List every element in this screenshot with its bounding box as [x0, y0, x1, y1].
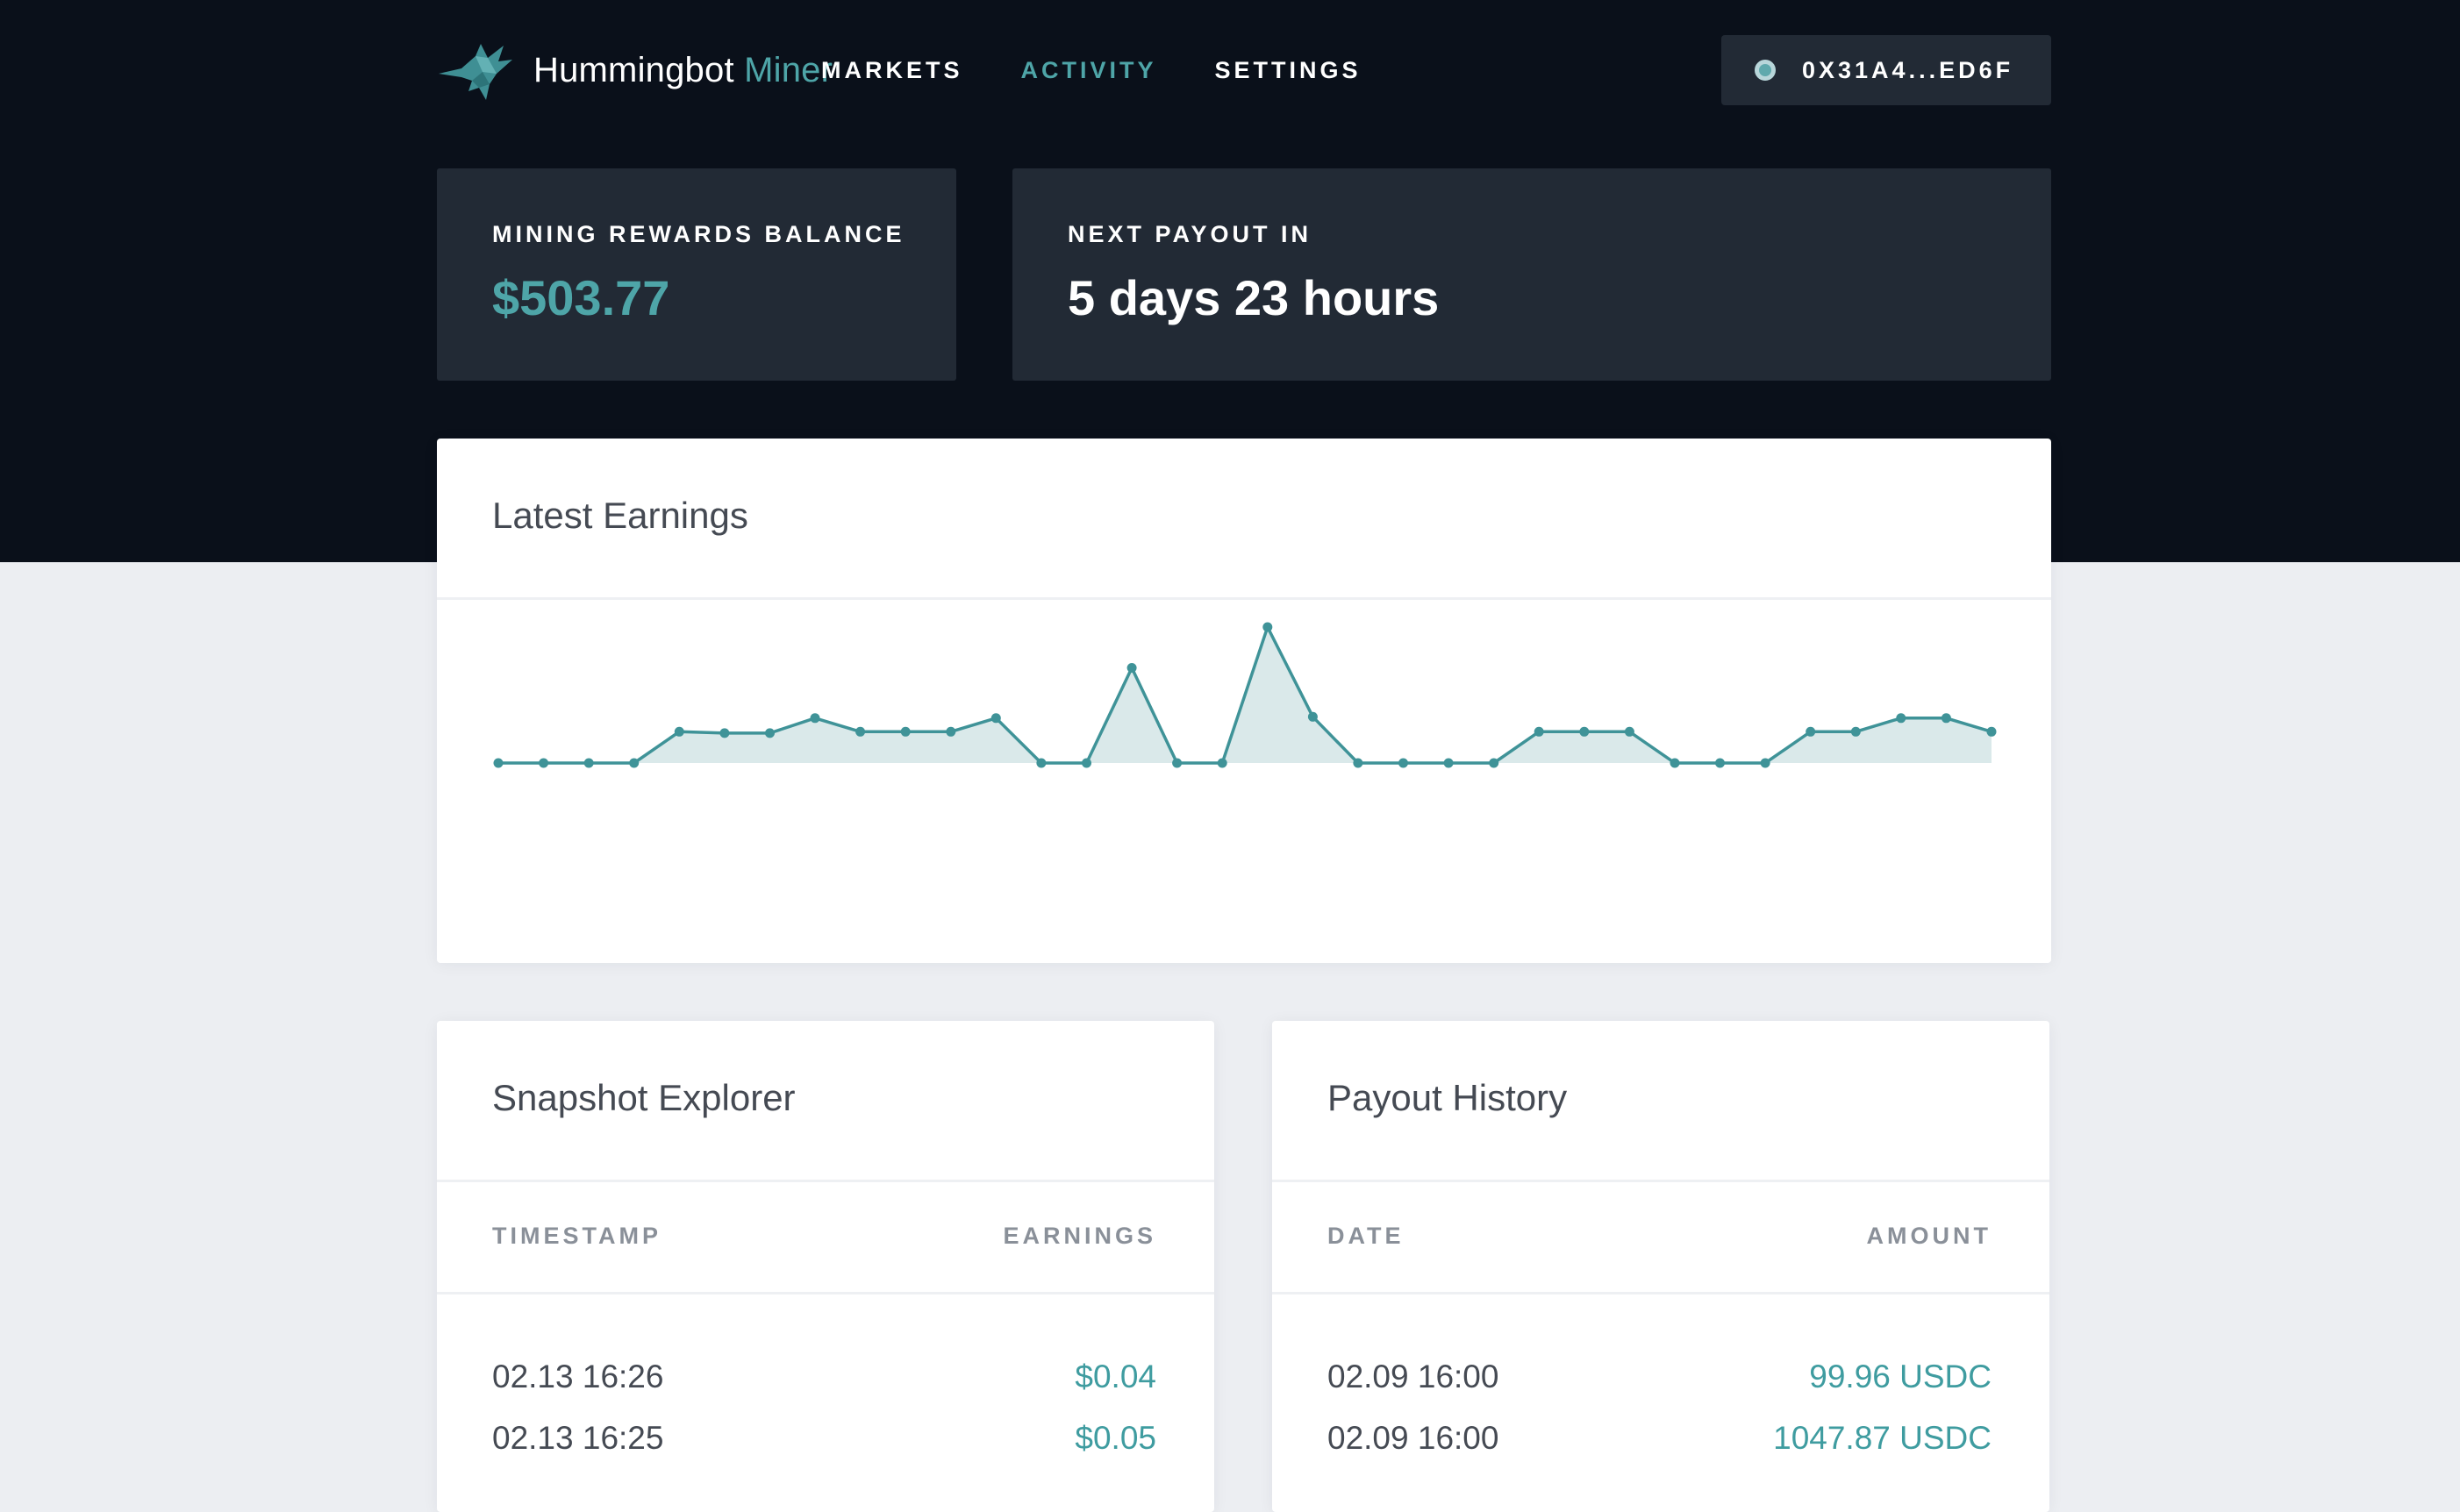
- earnings-point[interactable]: [1670, 758, 1680, 768]
- payout-history-card: Payout History DATE AMOUNT 02.09 16:00 9…: [1272, 1021, 2049, 1512]
- earnings-point[interactable]: [1443, 758, 1454, 768]
- table-row[interactable]: 02.13 16:26 $0.04: [492, 1359, 1156, 1394]
- next-payout-label: NEXT PAYOUT IN: [1068, 221, 1312, 247]
- earnings-point[interactable]: [1806, 726, 1816, 737]
- column-header-date[interactable]: DATE: [1327, 1223, 1405, 1250]
- earnings-point[interactable]: [810, 713, 820, 724]
- earnings-point[interactable]: [1534, 726, 1544, 737]
- earnings-point[interactable]: [855, 726, 866, 737]
- table-row[interactable]: 02.09 16:00 1047.87 USDC: [1327, 1420, 1992, 1456]
- earnings-point[interactable]: [1036, 758, 1047, 768]
- row-timestamp: 02.13 16:25: [492, 1420, 664, 1456]
- balance-label: MINING REWARDS BALANCE: [492, 221, 905, 247]
- top-navbar: Hummingbot Miner MARKETS ACTIVITY SETTIN…: [437, 35, 2051, 105]
- table-row[interactable]: 02.13 16:25 $0.05: [492, 1420, 1156, 1456]
- row-timestamp: 02.13 16:26: [492, 1359, 664, 1394]
- earnings-point[interactable]: [1941, 713, 1951, 724]
- row-amount: 99.96 USDC: [1809, 1359, 1992, 1394]
- earnings-point[interactable]: [493, 758, 504, 768]
- earnings-point[interactable]: [946, 726, 956, 737]
- snapshot-explorer-card: Snapshot Explorer TIMESTAMP EARNINGS 02.…: [437, 1021, 1214, 1512]
- earnings-point[interactable]: [719, 728, 730, 738]
- column-header-amount[interactable]: AMOUNT: [1867, 1223, 1992, 1250]
- earnings-point[interactable]: [1398, 758, 1408, 768]
- nav-markets[interactable]: MARKETS: [821, 57, 963, 84]
- brand-name-main: Hummingbot: [533, 50, 734, 89]
- earnings-point[interactable]: [1217, 758, 1227, 768]
- next-payout-value: 5 days 23 hours: [1068, 270, 1440, 325]
- row-earnings: $0.05: [1075, 1420, 1156, 1456]
- balance-card: MINING REWARDS BALANCE $503.77: [437, 168, 956, 381]
- earnings-point[interactable]: [583, 758, 594, 768]
- row-earnings: $0.04: [1075, 1359, 1156, 1394]
- earnings-point[interactable]: [990, 713, 1001, 724]
- wallet-address: 0X31A4...ED6F: [1802, 56, 2014, 83]
- earnings-point[interactable]: [1082, 758, 1091, 768]
- earnings-point[interactable]: [1896, 713, 1906, 724]
- earnings-point[interactable]: [765, 728, 775, 738]
- earnings-point[interactable]: [1489, 758, 1499, 768]
- card-divider: [437, 1180, 1214, 1182]
- earnings-point[interactable]: [1172, 758, 1183, 768]
- earnings-chart: [493, 622, 1997, 768]
- wallet-button[interactable]: 0X31A4...ED6F: [1721, 35, 2051, 105]
- column-header-earnings[interactable]: EARNINGS: [1003, 1223, 1156, 1250]
- earnings-point[interactable]: [1760, 758, 1770, 768]
- earnings-point[interactable]: [1850, 726, 1861, 737]
- main-nav: MARKETS ACTIVITY SETTINGS: [763, 35, 1362, 105]
- snapshot-explorer-title: Snapshot Explorer: [492, 1077, 796, 1118]
- header-divider: [1272, 1292, 2049, 1294]
- latest-earnings-card: Latest Earnings: [437, 439, 2051, 963]
- earnings-point[interactable]: [629, 758, 640, 768]
- card-divider: [437, 597, 2051, 600]
- earnings-point[interactable]: [1715, 758, 1725, 768]
- earnings-point[interactable]: [1579, 726, 1590, 737]
- payout-history-title: Payout History: [1327, 1077, 1568, 1118]
- hummingbird-icon: [439, 44, 512, 100]
- balance-value: $503.77: [492, 270, 670, 325]
- table-row[interactable]: 02.09 16:00 99.96 USDC: [1327, 1359, 1992, 1394]
- earnings-point[interactable]: [1126, 663, 1137, 673]
- row-date: 02.09 16:00: [1327, 1420, 1499, 1456]
- earnings-point[interactable]: [1986, 726, 1997, 737]
- nav-settings[interactable]: SETTINGS: [1215, 57, 1362, 84]
- earnings-point[interactable]: [1307, 711, 1318, 722]
- earnings-point[interactable]: [539, 758, 549, 768]
- earnings-point[interactable]: [900, 726, 911, 737]
- row-amount: 1047.87 USDC: [1773, 1420, 1992, 1456]
- earnings-point[interactable]: [1624, 726, 1634, 737]
- wallet-status-icon: [1755, 60, 1776, 81]
- earnings-point[interactable]: [1353, 758, 1363, 768]
- column-header-timestamp[interactable]: TIMESTAMP: [492, 1223, 661, 1250]
- next-payout-card: NEXT PAYOUT IN 5 days 23 hours: [1012, 168, 2051, 381]
- header-divider: [437, 1292, 1214, 1294]
- earnings-point[interactable]: [1262, 622, 1273, 632]
- card-divider: [1272, 1180, 2049, 1182]
- nav-activity[interactable]: ACTIVITY: [1021, 57, 1157, 84]
- row-date: 02.09 16:00: [1327, 1359, 1499, 1394]
- earnings-point[interactable]: [674, 726, 684, 737]
- latest-earnings-title: Latest Earnings: [492, 495, 748, 536]
